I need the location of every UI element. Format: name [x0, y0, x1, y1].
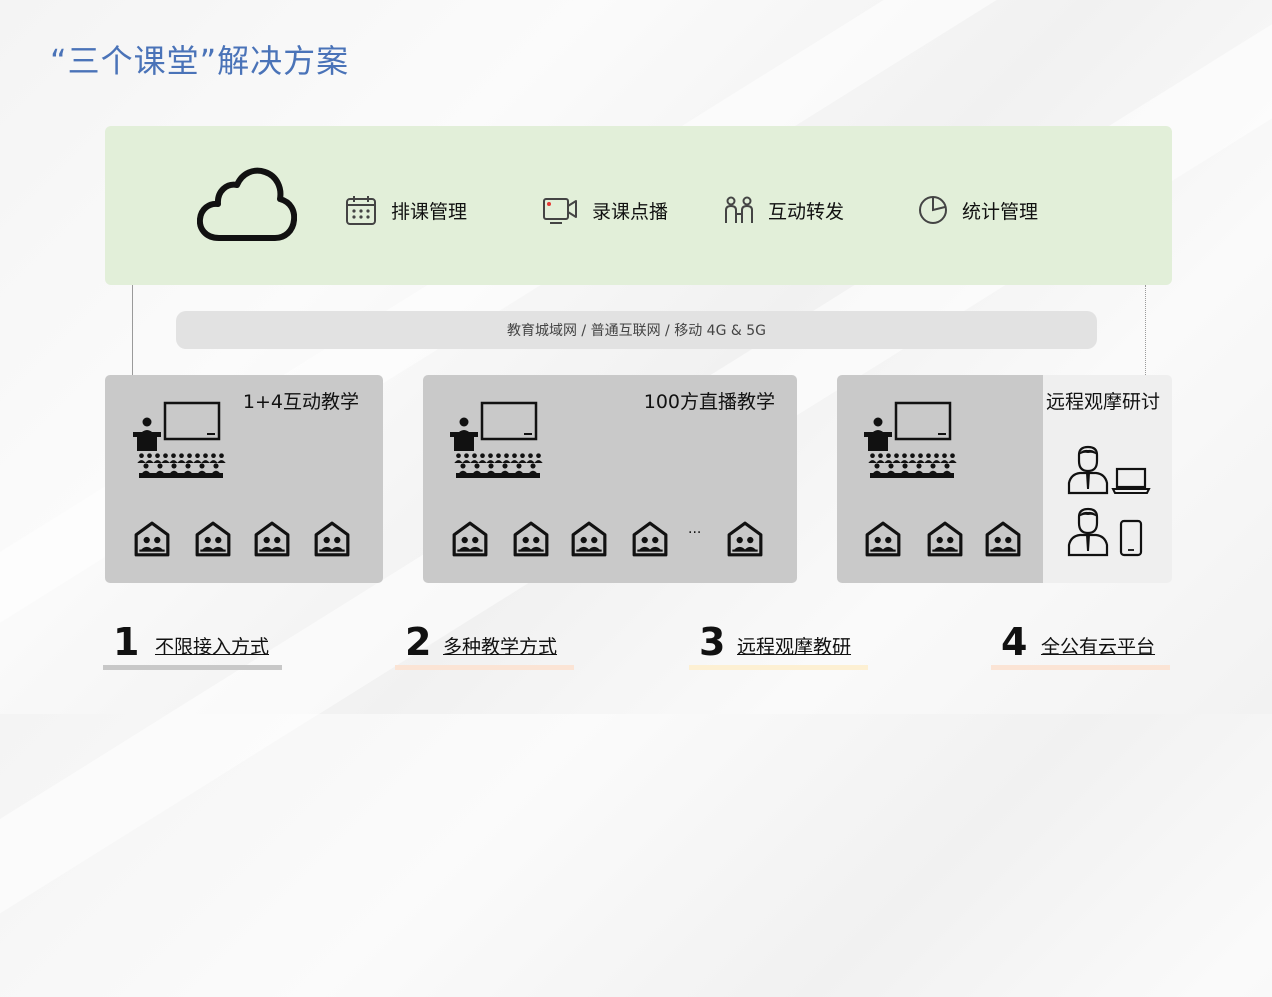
- remote-classroom-icon: [865, 521, 901, 557]
- cloud-icon: [197, 167, 297, 241]
- remote-classroom-icon: [632, 521, 668, 557]
- feature-item-3: 3 远程观摩教研: [689, 620, 868, 670]
- remote-classroom-icon: [985, 521, 1021, 557]
- feature-interaction[interactable]: 互动转发: [724, 193, 844, 227]
- underline-bar: [395, 665, 574, 670]
- underline-bar: [103, 665, 282, 670]
- video-camera-icon: [543, 198, 577, 224]
- page-title: “三个课堂”解决方案: [50, 42, 350, 80]
- feature-statistics[interactable]: 统计管理: [918, 193, 1038, 227]
- remote-classroom-icon: [513, 521, 549, 557]
- panel-remote-observation: [837, 375, 1043, 583]
- remote-classroom-icon: [134, 521, 170, 557]
- connector-line-right: [1145, 285, 1146, 375]
- people-icon: [725, 196, 753, 223]
- panel-interactive-teaching: 1+4互动教学: [105, 375, 383, 583]
- remote-classroom-icon: [571, 521, 607, 557]
- pie-chart-icon: [919, 196, 947, 224]
- underline-bar: [991, 665, 1170, 670]
- feature-recording[interactable]: 录课点播: [542, 193, 668, 227]
- feature-text[interactable]: 多种教学方式: [443, 632, 557, 659]
- panel-remote-observation-side: 远程观摩研讨: [1043, 375, 1172, 583]
- feature-text[interactable]: 不限接入方式: [155, 632, 269, 659]
- remote-classroom-icon: [314, 521, 350, 557]
- connector-line-left: [132, 285, 133, 375]
- panel-live-teaching: 100方直播教学 ···: [423, 375, 797, 583]
- feature-label: 录课点播: [592, 200, 669, 223]
- classroom-scene-icon: [450, 401, 543, 478]
- feature-item-1: 1 不限接入方式: [103, 620, 282, 670]
- feature-item-4: 4 全公有云平台: [991, 620, 1170, 670]
- underline-bar: [689, 665, 868, 670]
- feature-number: 2: [405, 620, 432, 664]
- feature-label: 排课管理: [391, 200, 468, 223]
- feature-number: 3: [699, 620, 726, 664]
- network-label: 教育城域网 / 普通互联网 / 移动 4G & 5G: [506, 323, 766, 339]
- remote-classroom-icon: [727, 521, 763, 557]
- feature-number: 1: [113, 620, 140, 664]
- panel-title: 远程观摩研讨: [1046, 391, 1161, 413]
- feature-label: 互动转发: [768, 200, 845, 223]
- panel-title: 100方直播教学: [643, 391, 775, 413]
- calendar-icon: [346, 196, 376, 225]
- remote-classroom-icon: [195, 521, 231, 557]
- cloud-platform-panel: 排课管理 录课点播 互动转发 统计管理: [105, 126, 1172, 285]
- network-bar: 教育城域网 / 普通互联网 / 移动 4G & 5G: [176, 311, 1097, 349]
- remote-classroom-icon: [254, 521, 290, 557]
- remote-classroom-icon: [452, 521, 488, 557]
- classroom-scene-icon: [133, 401, 226, 478]
- feature-text[interactable]: 远程观摩教研: [737, 632, 851, 659]
- ellipsis: ···: [688, 525, 702, 541]
- feature-text[interactable]: 全公有云平台: [1041, 632, 1155, 659]
- feature-schedule[interactable]: 排课管理: [345, 193, 467, 227]
- panel-title: 1+4互动教学: [242, 391, 359, 413]
- feature-item-2: 2 多种教学方式: [395, 620, 574, 670]
- feature-label: 统计管理: [962, 200, 1039, 223]
- person-phone-icon: [1067, 507, 1143, 557]
- classroom-scene-icon: [864, 401, 957, 478]
- person-laptop-icon: [1067, 445, 1151, 495]
- feature-number: 4: [1001, 620, 1028, 664]
- remote-classroom-icon: [927, 521, 963, 557]
